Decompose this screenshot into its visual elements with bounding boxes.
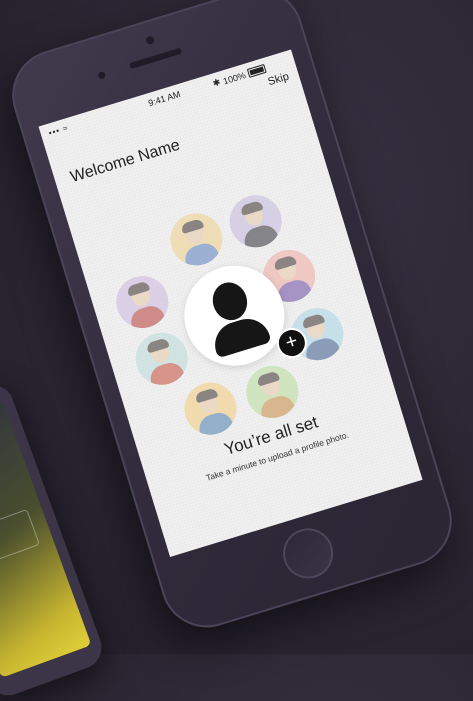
status-time: 9:41 AM [147,89,182,109]
avatar-4 [129,326,195,392]
battery-percent: 100% [221,69,247,86]
stage: ▪▪▪ ≈ 9:41 AM ✱ 100% Skip Welcome Name +… [0,0,473,654]
avatar-3 [223,188,289,254]
signal-wifi-icon: ▪▪▪ ≈ [47,123,70,138]
avatar-2 [163,206,229,272]
welcome-heading: Welcome Name [68,136,182,187]
status-bar: ▪▪▪ ≈ 9:41 AM ✱ 100% [39,49,297,145]
avatar-7 [239,359,305,425]
bluetooth-icon: ✱ [211,76,222,89]
app-screen: ▪▪▪ ≈ 9:41 AM ✱ 100% Skip Welcome Name +… [38,49,423,557]
sensor-icon [97,71,107,80]
phone-device: ▪▪▪ ≈ 9:41 AM ✱ 100% Skip Welcome Name +… [0,0,464,639]
status-right: ✱ 100% [212,63,267,89]
avatar-6 [178,376,243,442]
battery-icon [246,63,267,78]
person-icon-head [208,278,252,325]
avatar-1 [109,269,175,335]
speaker-grille [128,47,183,70]
home-button[interactable] [276,522,340,585]
camera-icon [145,35,156,46]
person-icon-body [209,313,272,359]
